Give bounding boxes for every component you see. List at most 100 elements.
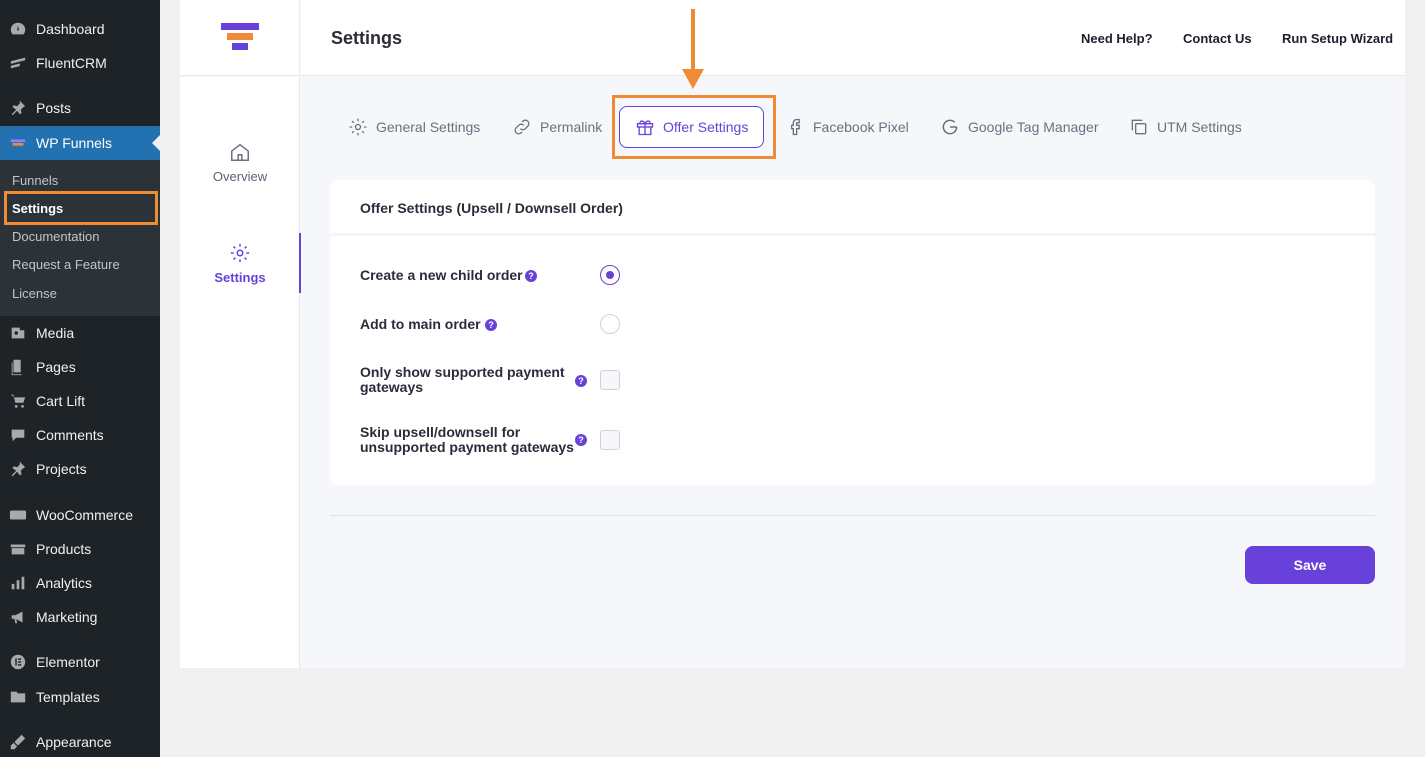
settings-highlight-box bbox=[4, 191, 158, 225]
annotation-arrow-line bbox=[691, 9, 695, 71]
wp-menu-analytics[interactable]: Analytics bbox=[0, 566, 160, 600]
help-icon[interactable]: ? bbox=[525, 270, 537, 282]
products-icon bbox=[0, 540, 36, 558]
wp-menu-projects[interactable]: Projects bbox=[0, 452, 160, 486]
annotation-arrow-head bbox=[682, 69, 704, 89]
wp-menu-label: Pages bbox=[36, 359, 76, 375]
wp-menu-label: Comments bbox=[36, 427, 104, 443]
wp-menu-fluentcrm[interactable]: FluentCRM bbox=[0, 46, 160, 80]
help-icon[interactable]: ? bbox=[575, 375, 587, 387]
funnel-logo-icon bbox=[220, 22, 259, 50]
gear-icon bbox=[230, 243, 250, 262]
wp-menu-media[interactable]: Media bbox=[0, 316, 160, 350]
tab-label: UTM Settings bbox=[1157, 119, 1242, 135]
radio-add-to-main-order[interactable] bbox=[600, 314, 620, 334]
nav-label: Overview bbox=[212, 168, 268, 184]
tab-general-settings[interactable]: General Settings bbox=[348, 112, 480, 142]
gear-icon bbox=[349, 118, 367, 136]
pin-icon bbox=[0, 460, 36, 478]
tab-utm-settings[interactable]: UTM Settings bbox=[1129, 112, 1242, 142]
folder-icon bbox=[0, 688, 36, 706]
wp-menu-label: Elementor bbox=[36, 654, 100, 670]
wp-menu-label: Dashboard bbox=[36, 21, 105, 37]
tab-permalink[interactable]: Permalink bbox=[512, 112, 602, 142]
option-label-skip-unsupported: Skip upsell/downsell for unsupported pay… bbox=[360, 425, 574, 455]
tab-label: Permalink bbox=[540, 119, 603, 135]
wp-menu-label: Media bbox=[36, 325, 75, 341]
wp-menu-label: WP Funnels bbox=[36, 135, 112, 151]
wp-menu-elementor[interactable]: Elementor bbox=[0, 645, 160, 679]
help-icon[interactable]: ? bbox=[575, 434, 587, 446]
wp-menu-wp-funnels[interactable]: WP Funnels bbox=[0, 126, 160, 160]
wp-menu-posts[interactable]: Posts bbox=[0, 91, 160, 125]
save-button[interactable]: Save bbox=[1245, 546, 1375, 584]
fluentcrm-icon bbox=[0, 54, 36, 72]
wp-menu-label: Posts bbox=[36, 100, 72, 116]
brush-icon bbox=[0, 733, 36, 751]
megaphone-icon bbox=[0, 608, 36, 626]
wp-admin-sidebar: Dashboard FluentCRM Posts WP Funnels Fun… bbox=[0, 0, 160, 757]
tab-google-tag-manager[interactable]: Google Tag Manager bbox=[940, 112, 1099, 142]
wp-menu-comments[interactable]: Comments bbox=[0, 418, 160, 452]
wp-menu-label: Projects bbox=[36, 461, 87, 477]
wp-menu-pages[interactable]: Pages bbox=[0, 350, 160, 384]
media-icon bbox=[0, 324, 36, 342]
offer-settings-card: Offer Settings (Upsell / Downsell Order)… bbox=[330, 180, 1375, 485]
option-label-add-to-main-order: Add to main order bbox=[360, 316, 481, 332]
woo-icon bbox=[0, 506, 36, 524]
copy-icon bbox=[1131, 119, 1147, 135]
wp-menu-products[interactable]: Products bbox=[0, 532, 160, 566]
google-icon bbox=[942, 119, 958, 135]
pin-icon bbox=[0, 99, 36, 117]
tab-facebook-pixel[interactable]: Facebook Pixel bbox=[785, 112, 909, 142]
label-line: Skip upsell/downsell for bbox=[360, 424, 521, 440]
wp-menu-templates[interactable]: Templates bbox=[0, 680, 160, 714]
wp-funnels-submenu: Funnels Settings Documentation Request a… bbox=[0, 160, 160, 316]
wpfunnels-logo[interactable] bbox=[180, 0, 300, 76]
offer-tab-highlight-box bbox=[612, 95, 776, 159]
submenu-request-feature[interactable]: Request a Feature bbox=[12, 255, 120, 275]
run-setup-wizard-link[interactable]: Run Setup Wizard bbox=[1282, 31, 1393, 46]
submenu-documentation[interactable]: Documentation bbox=[12, 227, 99, 247]
label-line: unsupported payment gateways bbox=[360, 439, 574, 455]
wpfunnels-settings-page: Settings Need Help? Contact Us Run Setup… bbox=[180, 0, 1405, 668]
submenu-funnels[interactable]: Funnels bbox=[12, 171, 58, 191]
wp-menu-cart-lift[interactable]: Cart Lift bbox=[0, 384, 160, 418]
page-title: Settings bbox=[331, 28, 403, 48]
nav-overview[interactable]: Overview bbox=[180, 132, 300, 192]
tab-label: Facebook Pixel bbox=[813, 119, 909, 135]
nav-label: Settings bbox=[214, 269, 266, 285]
dashboard-icon bbox=[0, 20, 36, 38]
submenu-license[interactable]: License bbox=[12, 284, 57, 304]
contact-us-link[interactable]: Contact Us bbox=[1183, 31, 1252, 46]
nav-settings[interactable]: Settings bbox=[180, 233, 301, 293]
comment-icon bbox=[0, 426, 36, 444]
wp-menu-marketing[interactable]: Marketing bbox=[0, 600, 160, 634]
analytics-icon bbox=[0, 574, 36, 592]
tab-label: General Settings bbox=[376, 119, 481, 135]
tab-label: Google Tag Manager bbox=[968, 119, 1099, 135]
wp-menu-dashboard[interactable]: Dashboard bbox=[0, 12, 160, 46]
need-help-link[interactable]: Need Help? bbox=[1081, 31, 1153, 46]
help-icon[interactable]: ? bbox=[485, 319, 497, 331]
wp-menu-label: Analytics bbox=[36, 575, 93, 591]
checkbox-supported-gateways[interactable] bbox=[600, 370, 620, 390]
wp-menu-label: Cart Lift bbox=[36, 393, 86, 409]
wp-menu-label: Products bbox=[36, 541, 92, 557]
label-line: gateways bbox=[360, 379, 424, 395]
section-divider bbox=[330, 515, 1375, 516]
wp-menu-label: Marketing bbox=[36, 609, 98, 625]
card-title: Offer Settings (Upsell / Downsell Order) bbox=[360, 200, 623, 216]
option-label-new-child-order: Create a new child order bbox=[360, 267, 523, 283]
checkbox-skip-unsupported[interactable] bbox=[600, 430, 620, 450]
topbar: Settings Need Help? Contact Us Run Setup… bbox=[301, 0, 1405, 76]
radio-new-child-order[interactable] bbox=[600, 265, 620, 285]
facebook-icon bbox=[791, 118, 800, 136]
wp-menu-woocommerce[interactable]: WooCommerce bbox=[0, 498, 160, 532]
wp-menu-appearance[interactable]: Appearance bbox=[0, 725, 160, 757]
plugin-left-nav: Overview Settings bbox=[180, 77, 301, 668]
link-icon bbox=[514, 119, 530, 135]
option-label-supported-gateways: Only show supported payment gateways bbox=[360, 365, 565, 395]
wp-menu-label: FluentCRM bbox=[36, 55, 107, 71]
card-header: Offer Settings (Upsell / Downsell Order) bbox=[330, 180, 1375, 236]
